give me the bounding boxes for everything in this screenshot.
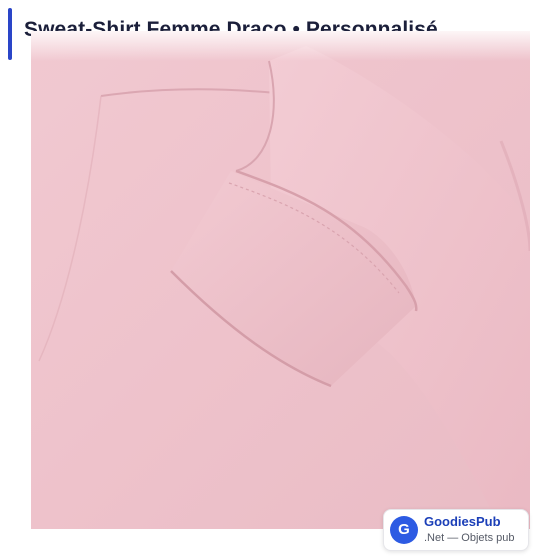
brand-tagline: .Net — Objets pub [424,532,515,544]
sweatshirt-photo [31,31,530,529]
image-top-fade [31,31,530,61]
brand-logo-icon: G [390,516,418,544]
brand-name: GoodiesPub [424,514,501,529]
title-accent-bar [8,8,12,60]
brand-watermark-card[interactable]: G GoodiesPub .Net — Objets pub [383,509,529,551]
product-image[interactable] [31,31,530,529]
product-page: Sweat-Shirt Femme Draco • Personnalisé G… [0,0,560,560]
